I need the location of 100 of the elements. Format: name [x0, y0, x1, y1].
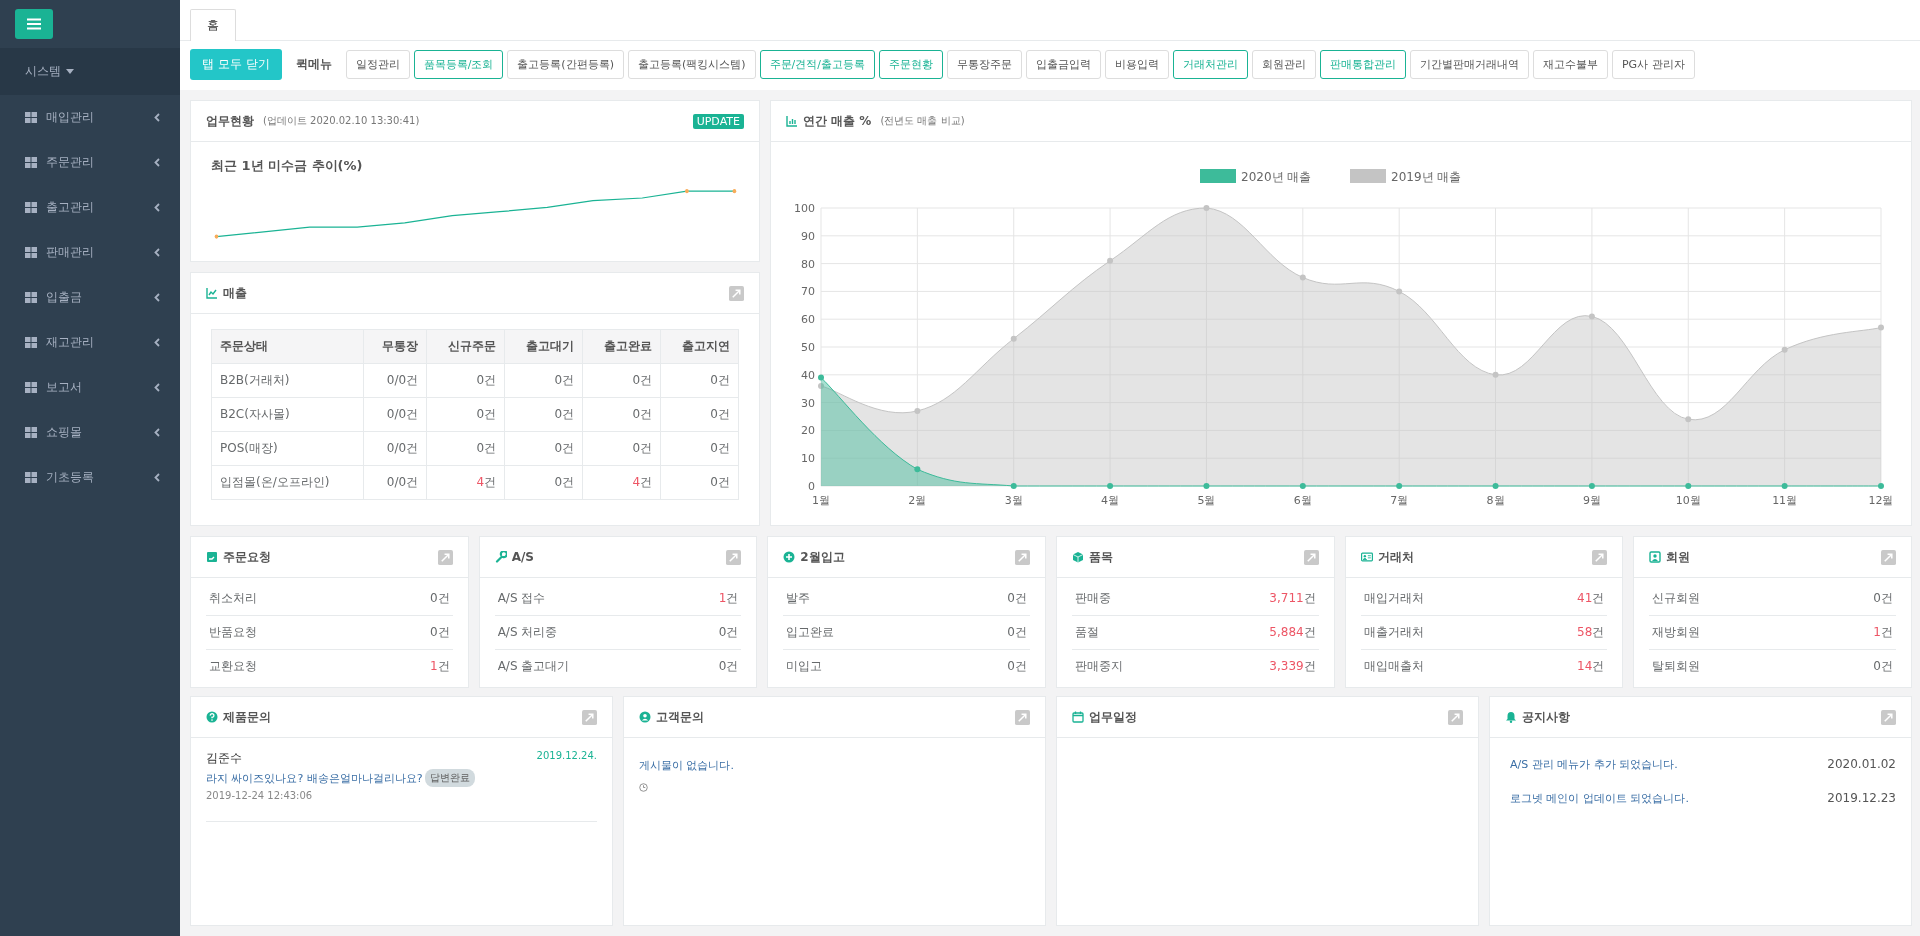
expand-icon[interactable]	[1448, 709, 1463, 725]
axis-label: 6월	[1293, 494, 1312, 507]
quick-menu-button[interactable]: 비용입력	[1104, 50, 1169, 79]
table-cell: 0/0건	[363, 397, 427, 432]
data-point	[1107, 257, 1114, 264]
sidebar-item[interactable]: 보고서	[0, 365, 180, 410]
expand-icon[interactable]	[726, 549, 742, 565]
axis-label: 1월	[812, 494, 830, 507]
notice-date: 2020.01.02	[1827, 757, 1896, 771]
stat-label: 탈퇴회원	[1652, 658, 1701, 675]
stat-value: 0건	[1873, 590, 1893, 607]
grid-icon	[25, 247, 37, 258]
sidebar-item[interactable]: 출고관리	[0, 185, 180, 230]
system-menu[interactable]: 시스템	[25, 63, 74, 80]
chevron-icon	[154, 428, 160, 437]
inquiry-link[interactable]: 라지 싸이즈있나요? 배송은얼마나걸리나요?	[206, 770, 423, 786]
expand-icon[interactable]	[1015, 709, 1030, 725]
axis-label: 60	[801, 313, 815, 327]
expand-icon[interactable]	[729, 285, 744, 301]
table-cell: 0건	[426, 363, 505, 398]
table-cell: 4건	[426, 465, 505, 500]
table-cell: 0건	[660, 431, 739, 466]
menu-button[interactable]	[15, 9, 53, 39]
table-cell: B2B(거래처)	[211, 363, 364, 398]
axis-label: 70	[801, 285, 815, 299]
expand-icon[interactable]	[1015, 549, 1030, 565]
panel-title: 업무현황	[206, 112, 254, 130]
chevron-icon	[154, 383, 160, 392]
quick-menu-button[interactable]: 출고등록(간편등록)	[507, 50, 624, 79]
stat-label: 매입거래처	[1363, 590, 1424, 607]
column-header: 무통장	[363, 329, 427, 364]
expand-icon[interactable]	[437, 549, 453, 565]
cube-icon	[1072, 551, 1084, 563]
sidebar-item[interactable]: 입출금	[0, 275, 180, 320]
data-point	[1878, 483, 1884, 489]
status-badge: 답변완료	[424, 769, 475, 787]
panel-title: 거래처	[1377, 548, 1414, 566]
quick-menu-button[interactable]: 출고등록(팩킹시스템)	[627, 50, 756, 79]
quick-menu-button[interactable]: 회원관리	[1251, 50, 1316, 79]
data-point	[914, 466, 921, 473]
sidebar-item[interactable]: 쇼핑몰	[0, 410, 180, 455]
quick-menu-button[interactable]: 거래처관리	[1172, 50, 1248, 79]
expand-icon[interactable]	[1592, 549, 1608, 565]
stat-label: 매출거래처	[1363, 624, 1424, 641]
expand-icon[interactable]	[1881, 549, 1896, 565]
stat-value: 0건	[1873, 658, 1893, 675]
stat-value: 1건	[1873, 624, 1893, 641]
grid-icon	[25, 112, 37, 123]
quick-menu-button[interactable]: 주문현황	[878, 50, 943, 79]
expand-icon[interactable]	[1303, 549, 1319, 565]
axis-label: 50	[801, 341, 815, 354]
panel-title: 제품문의	[223, 708, 271, 726]
panel-title: 2월입고	[800, 548, 845, 566]
axis-label: 9월	[1582, 494, 1601, 507]
post-time: 2019-12-24 12:43:06	[206, 790, 314, 801]
clock-icon	[639, 783, 648, 792]
stat-label: 취소처리	[209, 590, 257, 607]
axis-label: 30	[801, 396, 815, 410]
stat-value: 1건	[718, 590, 739, 607]
notice-link[interactable]: 로그넷 메인이 업데이트 되었습니다.	[1510, 790, 1689, 806]
stat-label: 매입매출처	[1363, 658, 1424, 675]
table-cell: 0건	[660, 363, 739, 398]
expand-icon[interactable]	[582, 709, 597, 725]
data-point	[1492, 371, 1499, 378]
quick-menu-button[interactable]: 기간별판매거래내역	[1409, 50, 1529, 79]
sidebar-item[interactable]: 매입관리	[0, 95, 180, 140]
stat-label: 미입고	[786, 658, 823, 675]
sidebar-item[interactable]: 기초등록	[0, 455, 180, 500]
stat-value: 1건	[430, 658, 450, 675]
quick-menu-button[interactable]: PG사 관리자	[1611, 50, 1695, 79]
quick-menu-button[interactable]: 주문/견적/출고등록	[759, 50, 875, 79]
data-point	[914, 407, 921, 414]
panel-title: 연간 매출 %	[803, 112, 872, 130]
chevron-icon	[154, 338, 160, 347]
stat-value: 0건	[1007, 624, 1027, 641]
data-point	[1396, 288, 1403, 295]
chart-title: 최근 1년 미수금 추이(%)	[211, 157, 364, 175]
update-badge[interactable]: UPDATE	[692, 113, 744, 129]
panel-title: 공지사항	[1522, 708, 1570, 726]
tab[interactable]: 홈	[190, 9, 236, 41]
bar-chart-icon	[786, 115, 798, 127]
expand-icon[interactable]	[1881, 709, 1896, 725]
column-header: 출고완료	[582, 329, 661, 364]
sidebar-item[interactable]: 주문관리	[0, 140, 180, 185]
chevron-icon	[154, 203, 160, 212]
quick-menu-button[interactable]: 무통장주문	[946, 50, 1022, 79]
table-cell: 0건	[504, 397, 583, 432]
quick-menu-button[interactable]: 재고수불부	[1532, 50, 1608, 79]
post-author: 김준수	[206, 750, 242, 767]
quick-menu-button[interactable]: 품목등록/조회	[413, 50, 504, 79]
quick-menu-button[interactable]: 일정관리	[345, 50, 410, 79]
stat-label: 교환요청	[209, 658, 257, 675]
quick-menu-button[interactable]: 입출금입력	[1025, 50, 1101, 79]
notice-link[interactable]: A/S 관리 메뉴가 추가 되었습니다.	[1510, 756, 1678, 772]
id-card-icon	[1360, 551, 1373, 563]
data-point	[1010, 335, 1017, 342]
sidebar-item[interactable]: 재고관리	[0, 320, 180, 365]
axis-label: 4월	[1101, 494, 1120, 507]
sidebar-item[interactable]: 판매관리	[0, 230, 180, 275]
quick-menu-button[interactable]: 판매통합관리	[1319, 50, 1406, 79]
